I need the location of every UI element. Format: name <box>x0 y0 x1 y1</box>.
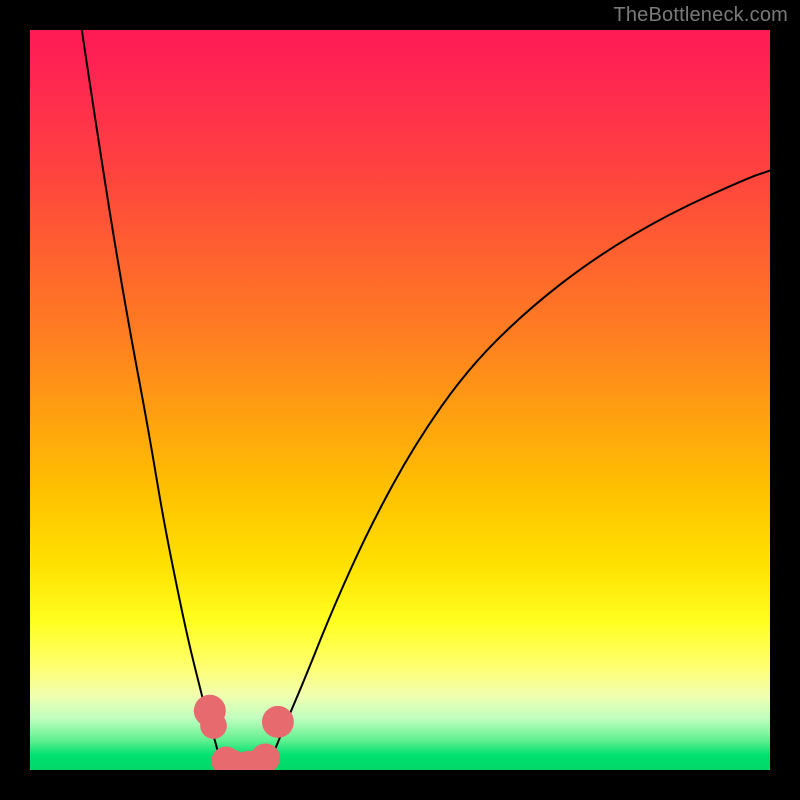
data-marker <box>200 712 227 739</box>
outer-frame: TheBottleneck.com <box>0 0 800 800</box>
plot-area <box>30 30 770 770</box>
watermark-text: TheBottleneck.com <box>613 4 788 27</box>
data-markers <box>194 695 294 770</box>
chart-svg <box>30 30 770 770</box>
bottleneck-curve <box>82 30 770 770</box>
data-marker <box>262 706 294 738</box>
